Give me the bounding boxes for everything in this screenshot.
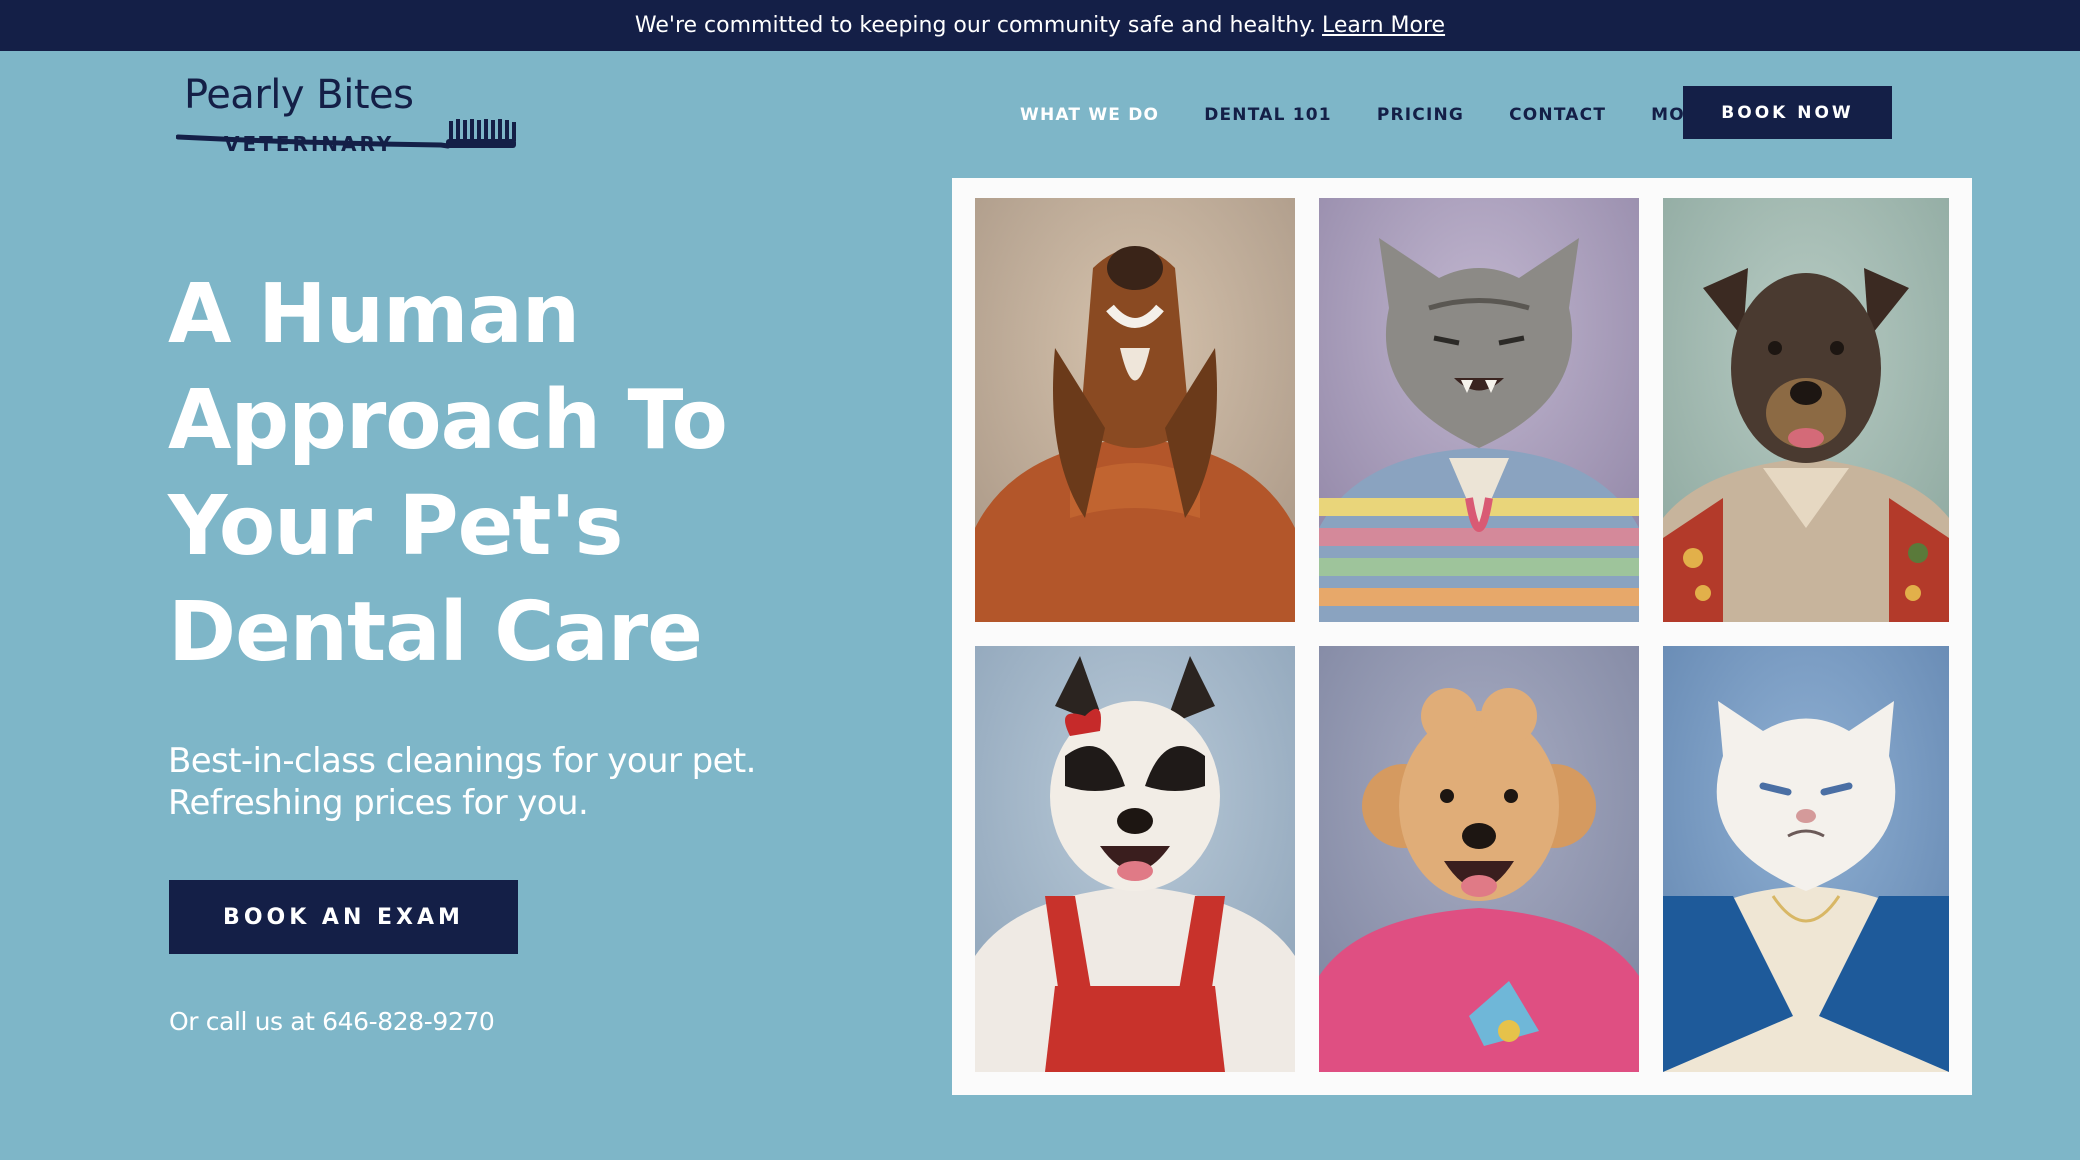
logo[interactable]: Pearly Bites VETERINARY — [176, 72, 521, 160]
poodle-pink-sweater-icon — [1319, 646, 1639, 1072]
pet-photo-gallery — [952, 178, 1972, 1095]
learn-more-link[interactable]: Learn More — [1322, 13, 1445, 38]
hero-subtitle-line: Refreshing prices for you. — [168, 783, 589, 823]
cat-striped-sweater-icon — [1319, 198, 1639, 622]
book-now-button[interactable]: BOOK NOW — [1683, 86, 1892, 139]
nav-item-dental-101[interactable]: DENTAL 101 — [1204, 105, 1332, 125]
nav-item-pricing[interactable]: PRICING — [1377, 105, 1464, 125]
nav-item-what-we-do[interactable]: WHAT WE DO — [1020, 105, 1159, 125]
announcement-bar: We're committed to keeping our community… — [0, 0, 2080, 51]
main-nav: WHAT WE DO DENTAL 101 PRICING CONTACT MO… — [1020, 105, 1712, 125]
persian-cat-blue-dress-icon — [1663, 646, 1949, 1072]
call-us-text: Or call us at 646-828-9270 — [169, 1007, 495, 1036]
book-exam-button[interactable]: BOOK AN EXAM — [169, 880, 518, 954]
dog-red-overalls-icon — [975, 646, 1295, 1072]
terrier-floral-shirt-icon — [1663, 198, 1949, 622]
hero-title-line: Approach To — [168, 373, 728, 468]
hero-title-line: A Human — [168, 267, 580, 362]
hero-subtitle-line: Best-in-class cleanings for your pet. — [168, 741, 756, 781]
hero-title-line: Your Pet's — [168, 479, 623, 574]
hero-title-line: Dental Care — [168, 585, 703, 680]
logo-name: Pearly Bites — [184, 72, 414, 118]
dog-orange-turtleneck-icon — [975, 198, 1295, 622]
hero-title: A Human Approach To Your Pet's Dental Ca… — [168, 262, 808, 686]
nav-item-contact[interactable]: CONTACT — [1509, 105, 1606, 125]
announcement-text: We're committed to keeping our community… — [634, 13, 1317, 38]
hero-subtitle: Best-in-class cleanings for your pet. Re… — [168, 740, 808, 824]
logo-subtitle: VETERINARY — [224, 132, 395, 156]
